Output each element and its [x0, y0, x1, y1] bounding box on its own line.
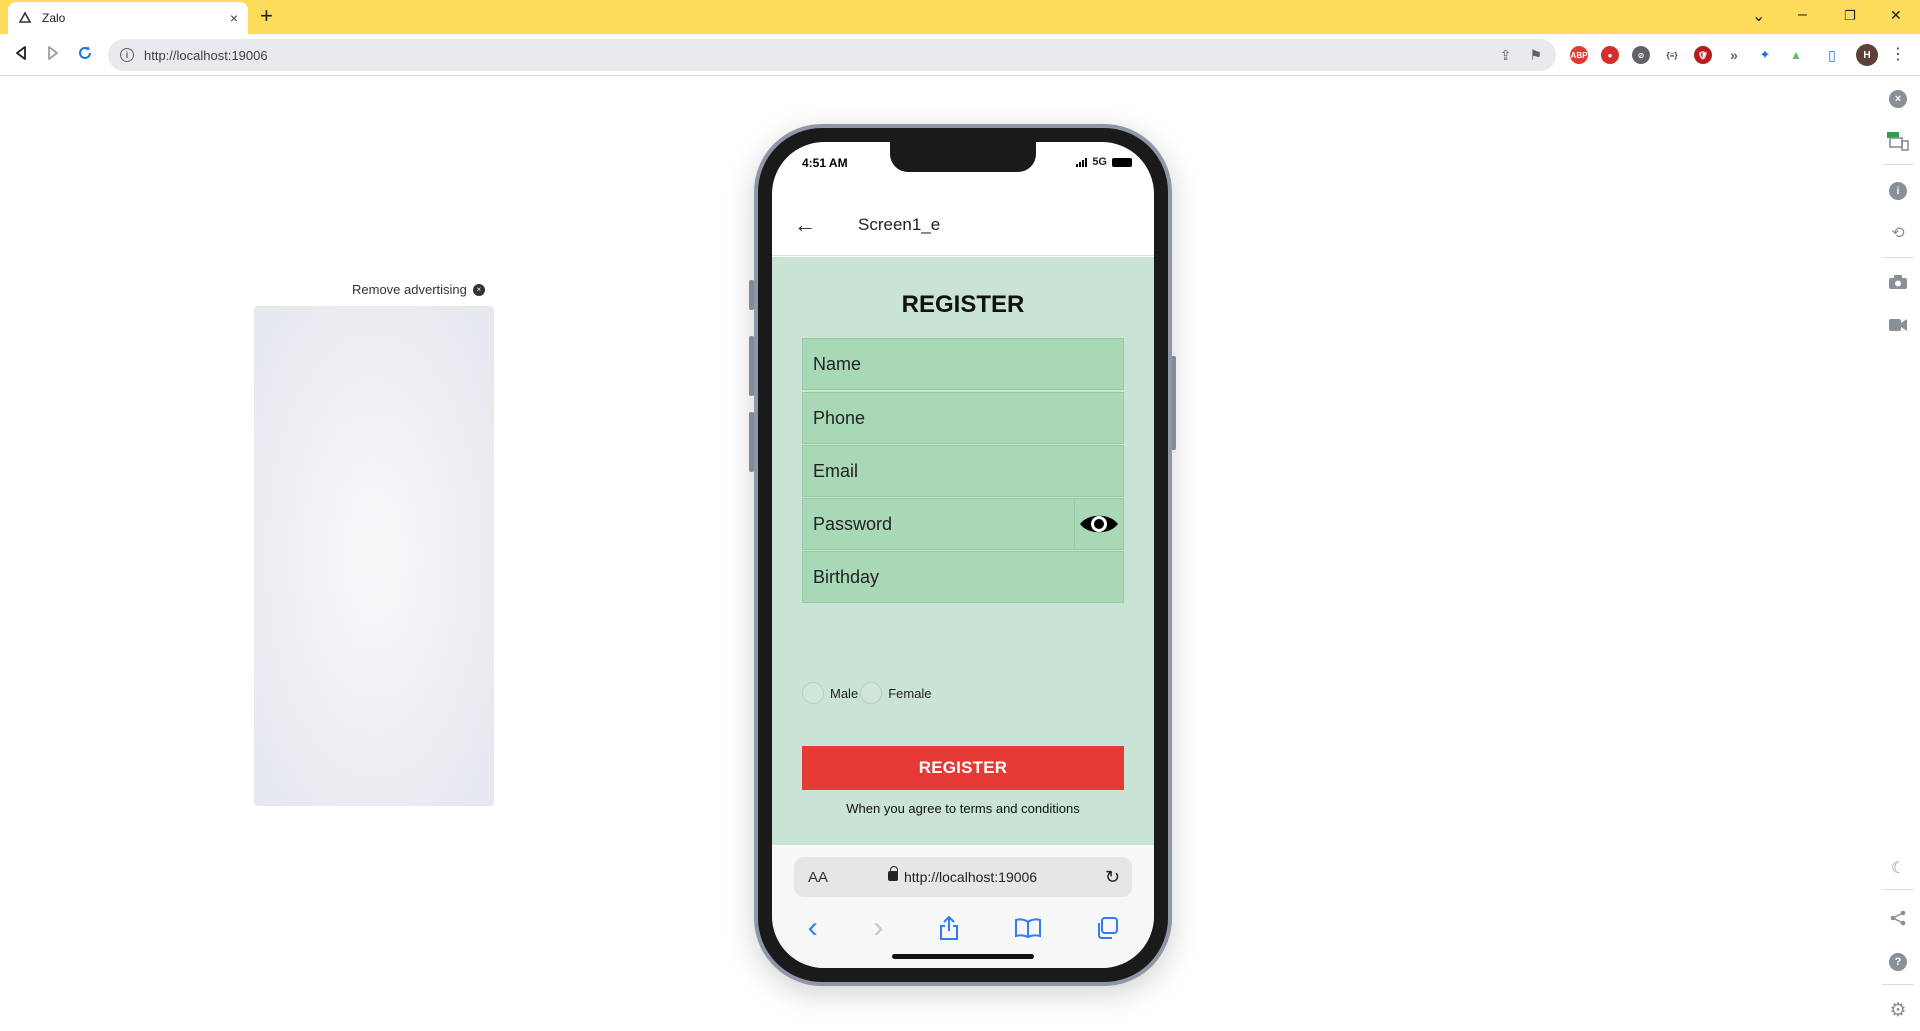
bookmark-star-icon[interactable]: ⚑ [1529, 47, 1542, 64]
email-input[interactable]: Email [802, 445, 1124, 497]
side-panel-divider [1882, 984, 1914, 985]
ad-placeholder [254, 306, 494, 806]
terms-text: When you agree to terms and conditions [846, 801, 1080, 816]
register-form: REGISTER Name Phone Email Password Birth… [772, 257, 1154, 845]
name-input[interactable]: Name [802, 338, 1124, 390]
share-icon[interactable] [1886, 906, 1910, 930]
camera-icon[interactable] [1886, 270, 1910, 294]
safari-address-bar[interactable]: AA http://localhost:19006 ↻ [794, 857, 1132, 897]
battery-icon [1112, 157, 1132, 167]
remove-advertising-link[interactable]: Remove advertising × [352, 282, 485, 297]
register-heading: REGISTER [901, 291, 1025, 318]
status-time: 4:51 AM [802, 156, 848, 170]
video-icon[interactable] [1886, 313, 1910, 337]
phone-screen: 4:51 AM 5G ← Screen1_e REGISTER Name Pho… [772, 142, 1154, 968]
lock-icon [888, 866, 898, 881]
address-bar[interactable]: i http://localhost:19006 ⇪ ⚑ [108, 39, 1556, 71]
safari-back-icon[interactable]: ‹ [808, 911, 818, 945]
female-label: Female [888, 685, 932, 701]
male-label: Male [830, 685, 859, 701]
expo-favicon-icon [18, 11, 32, 23]
gender-radio-group: Male Female [802, 682, 932, 704]
phone-input[interactable]: Phone [802, 392, 1124, 444]
tab-title: Zalo [42, 11, 66, 25]
home-indicator [892, 954, 1034, 959]
profile-avatar[interactable]: H [1856, 44, 1878, 66]
settings-icon[interactable]: ⚙ [1886, 998, 1910, 1022]
safari-url-text: http://localhost:19006 [904, 869, 1038, 885]
side-panel-icon[interactable]: ▯ [1823, 46, 1841, 64]
toggle-password-visibility-button[interactable] [1074, 498, 1124, 550]
close-window-button[interactable]: ✕ [1890, 7, 1902, 24]
tab-strip: Zalo × + ⌄ – ❐ ✕ [0, 0, 1920, 34]
share-page-icon[interactable]: ⇪ [1500, 47, 1512, 64]
safari-forward-icon[interactable]: › [873, 911, 883, 945]
screen-title: Screen1_e [858, 214, 941, 234]
female-radio[interactable] [860, 682, 883, 704]
tab-search-icon[interactable]: ⌄ [1752, 6, 1765, 26]
extension-block-icon[interactable]: ⊘ [1632, 46, 1650, 64]
browser-toolbar: i http://localhost:19006 ⇪ ⚑ ABP ● ⊘ {≡}… [0, 34, 1920, 76]
birthday-input[interactable]: Birthday [802, 551, 1124, 603]
back-icon[interactable] [14, 45, 28, 61]
restore-button[interactable]: ❐ [1844, 8, 1856, 24]
male-radio[interactable] [802, 682, 824, 704]
forward-icon[interactable] [46, 45, 60, 61]
puzzle-extensions-icon[interactable]: ✦ [1756, 46, 1774, 64]
ublock-icon[interactable]: ● [1601, 46, 1619, 64]
safari-share-icon[interactable] [939, 916, 959, 940]
safari-tabs-icon[interactable] [1096, 917, 1119, 939]
reader-aa-button[interactable]: AA [808, 869, 828, 886]
moon-icon[interactable]: ☾ [1886, 856, 1910, 880]
signal-icon [1076, 157, 1088, 167]
json-viewer-icon[interactable]: {≡} [1663, 46, 1681, 64]
address-bar-url: http://localhost:19006 [144, 47, 268, 63]
shield-extension-icon[interactable]: 🛡 [1694, 46, 1712, 64]
remove-advertising-label: Remove advertising [352, 282, 467, 297]
status-indicators: 5G [1076, 156, 1132, 168]
rotate-icon[interactable]: ⟲ [1886, 221, 1910, 245]
browser-menu-icon[interactable]: ⋮ [1890, 44, 1906, 64]
new-tab-button[interactable]: + [260, 5, 273, 27]
password-input[interactable]: Password [802, 498, 1075, 550]
eye-icon [1080, 515, 1118, 533]
app-header: ← Screen1_e [772, 194, 1154, 256]
reload-icon[interactable] [77, 45, 93, 61]
adblock-plus-icon[interactable]: ABP [1570, 46, 1588, 64]
phone-notch [890, 142, 1036, 172]
close-ad-icon: × [472, 283, 485, 296]
safari-nav-buttons: ‹ › [772, 911, 1154, 945]
green-extension-icon[interactable]: ▲ [1787, 46, 1805, 64]
tab-close-icon[interactable]: × [230, 10, 238, 26]
side-panel-divider [1882, 889, 1914, 890]
safari-reload-icon[interactable]: ↻ [1105, 867, 1120, 888]
back-arrow-icon[interactable]: ← [794, 212, 818, 238]
close-icon[interactable]: × [1886, 87, 1910, 111]
network-type: 5G [1092, 156, 1107, 168]
devices-icon[interactable] [1886, 130, 1910, 154]
minimize-button[interactable]: – [1798, 6, 1807, 24]
info-icon[interactable]: i [1886, 179, 1910, 203]
safari-bookmarks-icon[interactable] [1014, 918, 1041, 938]
help-icon[interactable]: ? [1886, 950, 1910, 974]
tab-zalo[interactable]: Zalo × [8, 2, 248, 34]
side-panel-divider [1882, 257, 1914, 258]
side-panel-divider [1882, 164, 1914, 165]
safari-toolbar: AA http://localhost:19006 ↻ ‹ › [772, 845, 1154, 968]
register-button[interactable]: REGISTER [802, 746, 1124, 790]
chevrons-extension-icon[interactable]: » [1725, 46, 1743, 64]
site-info-icon[interactable]: i [120, 48, 134, 62]
